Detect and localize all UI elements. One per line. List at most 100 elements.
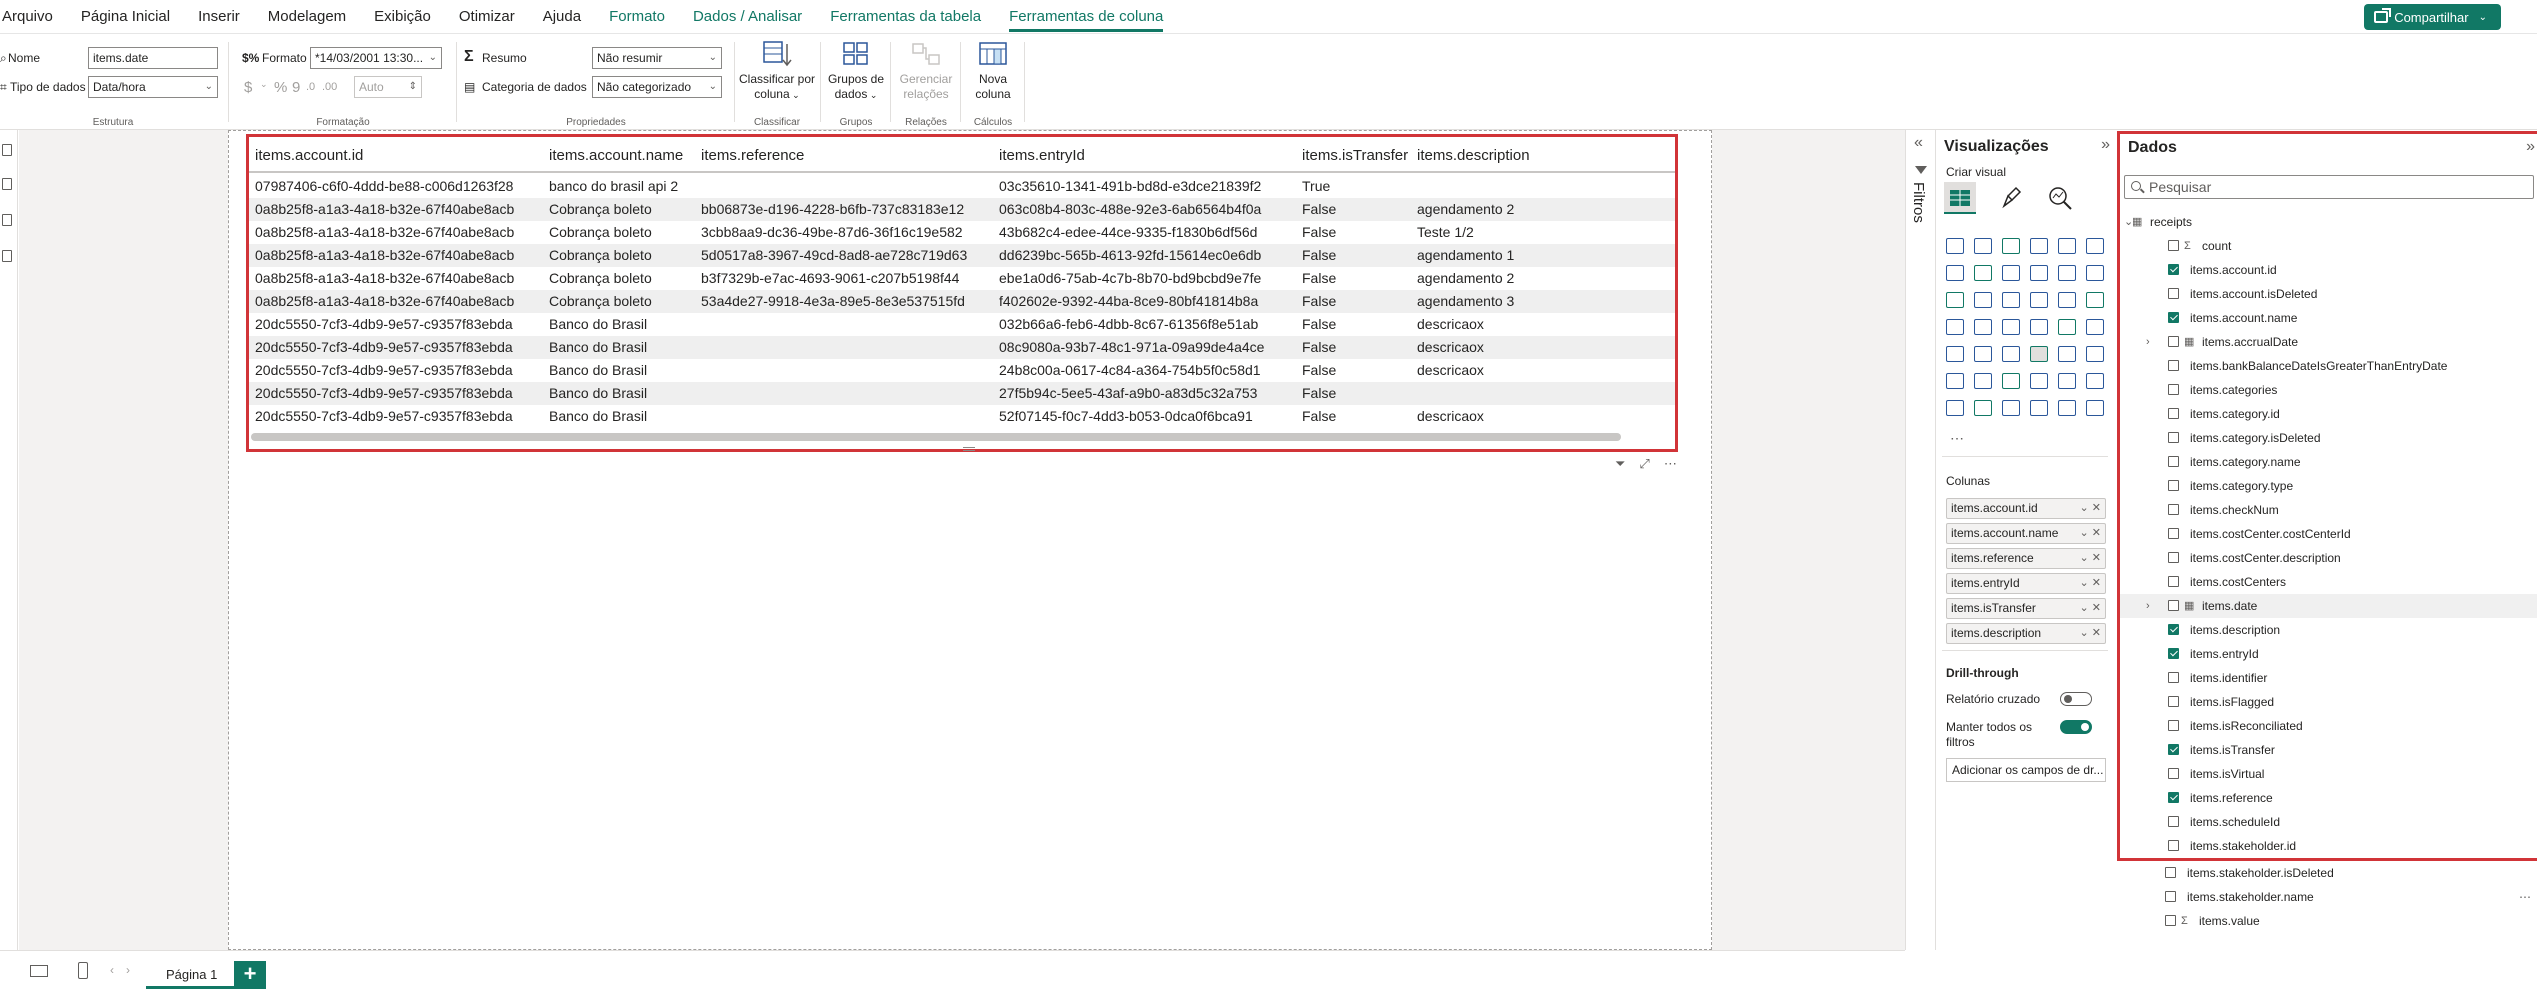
- table-view-icon[interactable]: [2, 178, 12, 190]
- report-page[interactable]: items.account.id items.account.name items.…: [228, 130, 1712, 950]
- r-script-visual-icon[interactable]: [2086, 346, 2104, 362]
- column-well-item[interactable]: items.account.name ⌄ ✕: [1946, 523, 2106, 544]
- 100-bar-visual-icon[interactable]: [2058, 238, 2076, 254]
- currency-dropdown-icon[interactable]: ⌄: [260, 79, 268, 90]
- line-visual-icon[interactable]: [1946, 265, 1964, 281]
- horizontal-scrollbar[interactable]: [251, 433, 1621, 441]
- more-options-icon[interactable]: ⋯: [2519, 885, 2531, 909]
- currency-icon[interactable]: $: [244, 79, 252, 96]
- gauge-visual-icon[interactable]: [2058, 319, 2076, 335]
- narrative-visual-icon[interactable]: [2030, 400, 2048, 416]
- field-item[interactable]: items.isVirtual: [2120, 762, 2537, 786]
- field-checkbox[interactable]: [2168, 528, 2179, 539]
- column-header[interactable]: items.entryId: [999, 147, 1085, 164]
- field-item[interactable]: items.isReconciliated: [2120, 714, 2537, 738]
- percent-icon[interactable]: %: [274, 79, 287, 96]
- power-apps-visual-icon[interactable]: [1974, 400, 1992, 416]
- field-item[interactable]: items.description: [2120, 618, 2537, 642]
- field-checkbox[interactable]: [2168, 648, 2179, 659]
- stacked-column-visual-icon[interactable]: [1974, 238, 1992, 254]
- category-select[interactable]: Não categorizado ⌄: [592, 76, 722, 98]
- donut-visual-icon[interactable]: [2058, 292, 2076, 308]
- field-item[interactable]: items.stakeholder.id: [2120, 834, 2537, 858]
- chevron-right-icon[interactable]: ›: [2146, 330, 2150, 354]
- menu-item[interactable]: Otimizar: [445, 0, 529, 34]
- decimal-decrease-icon[interactable]: .0: [306, 81, 315, 93]
- report-view-icon[interactable]: [2, 144, 12, 156]
- field-checkbox[interactable]: [2168, 768, 2179, 779]
- filled-map-visual-icon[interactable]: [1974, 319, 1992, 335]
- menu-item[interactable]: Arquivo: [0, 0, 67, 34]
- field-checkbox[interactable]: [2168, 336, 2179, 347]
- field-checkbox[interactable]: [2168, 480, 2179, 491]
- column-well-item[interactable]: items.description ⌄ ✕: [1946, 623, 2106, 644]
- well-item-controls-icon[interactable]: ⌄ ✕: [2080, 599, 2102, 618]
- multi-row-card-visual-icon[interactable]: [1946, 346, 1964, 362]
- waterfall-visual-icon[interactable]: [1946, 292, 1964, 308]
- data-groups-button[interactable]: Grupos de dados ⌄: [824, 40, 888, 103]
- diamond-visual-icon[interactable]: [2058, 400, 2076, 416]
- well-item-controls-icon[interactable]: ⌄ ✕: [2080, 524, 2102, 543]
- field-item[interactable]: Σitems.value: [2117, 909, 2537, 933]
- new-column-button[interactable]: Nova coluna: [964, 40, 1022, 102]
- pie-visual-icon[interactable]: [2030, 292, 2048, 308]
- table-row[interactable]: 0a8b25f8-a1a3-4a18-b32e-67f40abe8acb Cobr…: [249, 267, 1675, 290]
- page-tab[interactable]: Página 1: [146, 961, 238, 989]
- filter-icon[interactable]: ⏷: [1615, 456, 1625, 472]
- table-row[interactable]: 20dc5550-7cf3-4db9-9e57-c9357f83ebda Banc…: [249, 359, 1675, 382]
- paginated-visual-icon[interactable]: [1946, 400, 1964, 416]
- field-item[interactable]: items.account.isDeleted: [2120, 282, 2537, 306]
- thousands-icon[interactable]: 9: [292, 79, 300, 96]
- menu-item[interactable]: Formato: [595, 0, 679, 34]
- analytics-tab[interactable]: [2044, 182, 2076, 214]
- menu-item[interactable]: Dados / Analisar: [679, 0, 816, 34]
- field-checkbox[interactable]: [2168, 312, 2179, 323]
- treemap-visual-icon[interactable]: [2086, 292, 2104, 308]
- table-row[interactable]: 0a8b25f8-a1a3-4a18-b32e-67f40abe8acb Cobr…: [249, 290, 1675, 313]
- table-row[interactable]: 0a8b25f8-a1a3-4a18-b32e-67f40abe8acb Cobr…: [249, 221, 1675, 244]
- field-item[interactable]: items.category.isDeleted: [2120, 426, 2537, 450]
- decomposition-tree-visual-icon[interactable]: [2002, 373, 2020, 389]
- kpi-visual-icon[interactable]: [1974, 346, 1992, 362]
- well-item-controls-icon[interactable]: ⌄ ✕: [2080, 574, 2102, 593]
- key-influencers-visual-icon[interactable]: [1974, 373, 1992, 389]
- chevron-right-icon[interactable]: ›: [2146, 594, 2150, 618]
- build-visual-tab[interactable]: [1944, 182, 1976, 214]
- field-checkbox[interactable]: [2168, 696, 2179, 707]
- field-checkbox[interactable]: [2168, 600, 2179, 611]
- expand-chevron-icon[interactable]: «: [1914, 134, 1923, 152]
- field-item[interactable]: › ▦ items.accrualDate: [2120, 330, 2537, 354]
- field-checkbox[interactable]: [2168, 264, 2179, 275]
- clustered-column-visual-icon[interactable]: [2030, 238, 2048, 254]
- field-checkbox[interactable]: [2168, 408, 2179, 419]
- menu-item[interactable]: Ajuda: [529, 0, 595, 34]
- field-checkbox[interactable]: [2168, 744, 2179, 755]
- table-row[interactable]: 20dc5550-7cf3-4db9-9e57-c9357f83ebda Banc…: [249, 382, 1675, 405]
- field-checkbox[interactable]: [2168, 840, 2179, 851]
- field-item[interactable]: items.reference: [2120, 786, 2537, 810]
- format-select[interactable]: *14/03/2001 13:30... ⌄: [310, 47, 442, 69]
- matrix-visual-icon[interactable]: [2058, 346, 2076, 362]
- column-well-item[interactable]: items.entryId ⌄ ✕: [1946, 573, 2106, 594]
- column-well-item[interactable]: items.account.id ⌄ ✕: [1946, 498, 2106, 519]
- menu-item[interactable]: Ferramentas de coluna: [995, 0, 1177, 34]
- field-item[interactable]: items.isFlagged: [2120, 690, 2537, 714]
- mobile-layout-icon[interactable]: [78, 962, 88, 979]
- field-item[interactable]: items.category.type: [2120, 474, 2537, 498]
- field-checkbox[interactable]: [2168, 792, 2179, 803]
- smart-narrative-visual-icon[interactable]: [2058, 373, 2076, 389]
- field-checkbox[interactable]: [2168, 576, 2179, 587]
- clustered-bar-visual-icon[interactable]: [2002, 238, 2020, 254]
- field-item[interactable]: items.categories: [2120, 378, 2537, 402]
- well-item-controls-icon[interactable]: ⌄ ✕: [2080, 624, 2102, 643]
- table-row[interactable]: 0a8b25f8-a1a3-4a18-b32e-67f40abe8acb Cobr…: [249, 244, 1675, 267]
- more-visuals-icon[interactable]: ⋯: [1950, 430, 1964, 447]
- prev-page-icon[interactable]: ‹: [110, 963, 114, 977]
- line-stacked-column-visual-icon[interactable]: [2030, 265, 2048, 281]
- data-search-input[interactable]: Pesquisar: [2124, 175, 2534, 199]
- field-checkbox[interactable]: [2165, 867, 2176, 878]
- map-visual-icon[interactable]: [1946, 319, 1964, 335]
- area-visual-icon[interactable]: [1974, 265, 1992, 281]
- column-well-item[interactable]: items.isTransfer ⌄ ✕: [1946, 598, 2106, 619]
- card-visual-icon[interactable]: [2086, 319, 2104, 335]
